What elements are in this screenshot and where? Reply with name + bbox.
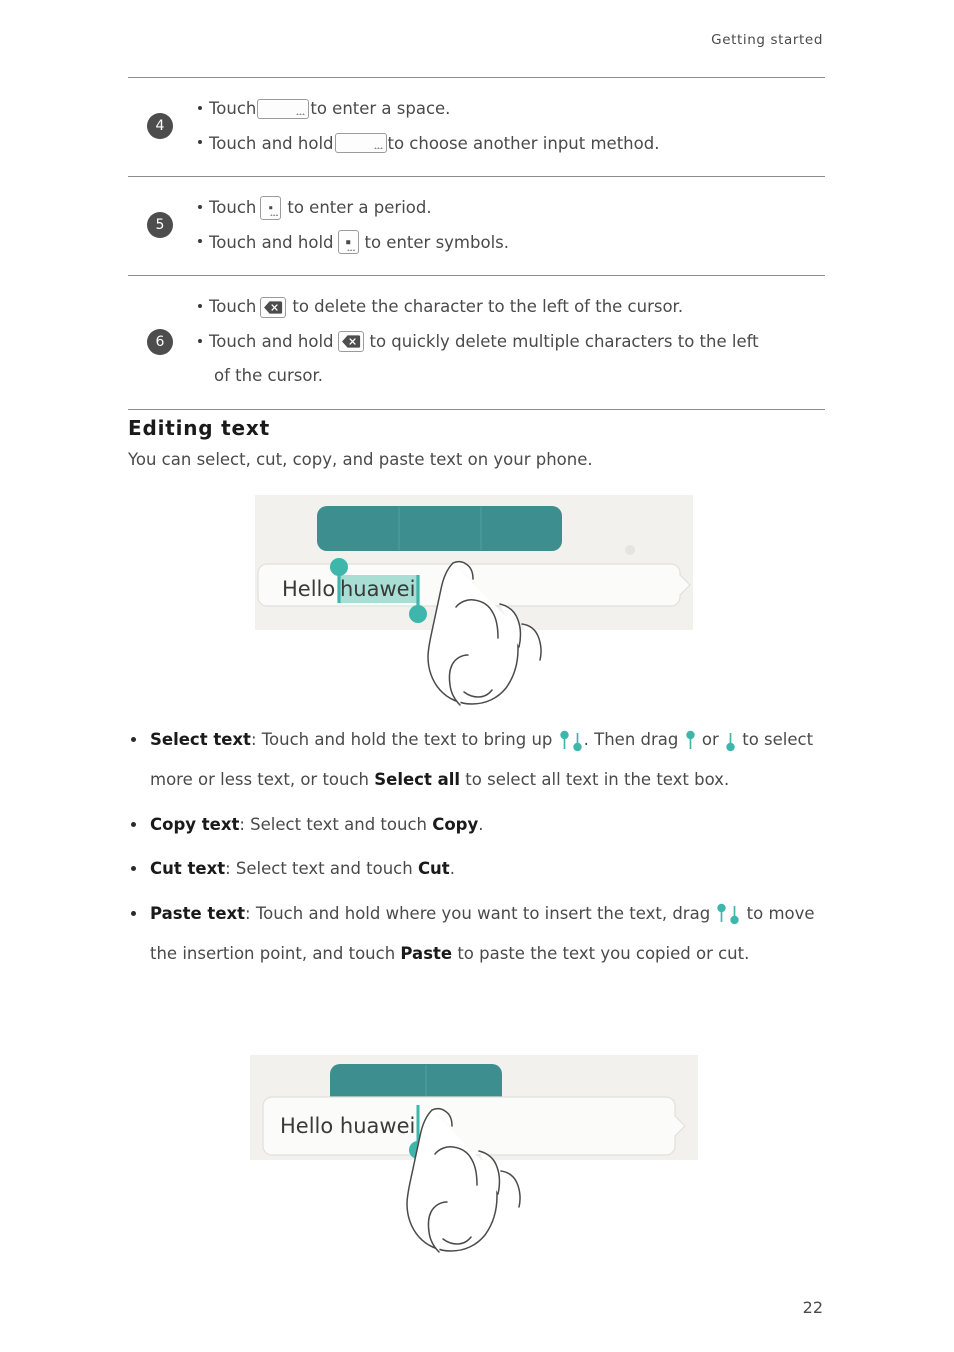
backspace-key-icon: [260, 296, 287, 318]
table-row: 6 Touch to delete the character to the l…: [128, 276, 825, 409]
step-line: Touch to enter a space.: [198, 96, 825, 122]
list-item: Cut text: Select text and touch Cut.: [128, 849, 828, 889]
section-intro-text: You can select, cut, copy, and paste tex…: [128, 450, 593, 469]
bullet-dot: [198, 239, 202, 244]
period-key-icon: [337, 230, 359, 255]
bullet-dot: [198, 304, 202, 309]
bullet-dot: [131, 910, 136, 916]
step-line-continued: of the cursor.: [198, 363, 825, 389]
table-row: 4 Touch to enter a space. Touch and hold…: [128, 78, 825, 176]
step-line: Touch to delete the character to the lef…: [198, 294, 825, 320]
step-text-wrap: of the cursor.: [214, 366, 323, 386]
bullet-term: Select text: [150, 730, 251, 749]
steps-table: 4 Touch to enter a space. Touch and hold…: [128, 77, 825, 410]
message-text: Hello huawei: [280, 1114, 415, 1138]
bullet-text: : Touch and hold the text to bring up: [250, 730, 558, 749]
step-text-before: Touch: [209, 99, 257, 118]
bullet-text: : Select text and touch: [225, 859, 418, 879]
page-title: Editing text: [128, 416, 270, 440]
bullet-text: .: [478, 814, 484, 834]
bullet-text: .: [449, 859, 455, 879]
bullet-dot: [198, 204, 202, 209]
select-text-illustration: Hello huawei: [255, 495, 705, 715]
bullet-dot: [198, 105, 202, 110]
bullet-action-label: Cut: [417, 859, 450, 879]
bullet-text: or: [696, 730, 724, 749]
step-line: Touch to enter a period.: [198, 195, 825, 221]
selection-handle-down-icon: [729, 903, 740, 925]
step-text-after: to enter a period.: [287, 198, 432, 218]
step-body-5: Touch to enter a period. Touch and hold …: [192, 186, 825, 264]
step-text-before: Touch: [209, 198, 257, 218]
bullet-dot: [131, 821, 136, 827]
bullet-dot: [131, 737, 136, 742]
space-key-icon: [257, 98, 310, 119]
step-badge-5: 5: [147, 212, 173, 239]
step-number-cell: 5: [128, 212, 192, 239]
bullet-text: . Then drag: [583, 730, 684, 749]
page-number: 22: [802, 1298, 823, 1317]
step-text-before: Touch: [209, 297, 257, 317]
panel-dot-decoration: [625, 545, 635, 555]
step-text-after: to choose another input method.: [387, 133, 660, 153]
paste-text-illustration: Hello huawei: [250, 1055, 710, 1275]
text-action-toolbar: [317, 506, 562, 551]
list-item: Copy text: Select text and touch Copy.: [128, 805, 828, 845]
message-text-selected: huawei: [340, 577, 415, 601]
selection-handle-down-icon: [572, 730, 583, 752]
table-rule-bottom: [128, 408, 825, 410]
selection-handle-down-icon: [725, 730, 736, 752]
space-key-icon: [334, 133, 387, 154]
bullet-action-label: Paste: [400, 944, 453, 964]
bullet-action-label: Select all: [374, 770, 461, 790]
bullet-text: : Select text and touch: [239, 814, 433, 834]
step-text-after: to delete the character to the left of t…: [292, 297, 684, 317]
bullet-term: Copy text: [150, 814, 240, 834]
period-key-icon: [260, 195, 282, 220]
bullet-dot: [198, 338, 202, 343]
bullet-dot: [198, 140, 202, 145]
step-line: Touch and hold to enter symbols.: [198, 230, 825, 256]
editing-text-bullet-list: Select text: Touch and hold the text to …: [128, 720, 828, 979]
list-item: Select text: Touch and hold the text to …: [128, 720, 828, 801]
bullet-text: : Touch and hold where you want to inser…: [245, 903, 716, 923]
step-text-after: to enter symbols.: [364, 232, 510, 252]
bullet-term: Paste text: [150, 903, 246, 923]
step-line: Touch and hold to quickly delete multipl…: [198, 329, 825, 355]
selection-handle-up-icon: [716, 903, 727, 925]
backspace-key-icon: [337, 331, 364, 353]
step-text-before: Touch and hold: [209, 331, 334, 351]
step-badge-6: 6: [147, 328, 173, 355]
table-row: 5 Touch to enter a period. Touch and hol…: [128, 177, 825, 275]
message-text-unselected: Hello: [282, 577, 335, 601]
bullet-action-label: Copy: [432, 814, 479, 834]
bullet-text: to select all text in the text box.: [460, 770, 730, 790]
step-body-6: Touch to delete the character to the lef…: [192, 285, 825, 398]
step-number-cell: 4: [128, 113, 192, 140]
step-text-after: to quickly delete multiple characters to…: [369, 331, 759, 351]
selection-handle-up-icon: [559, 730, 570, 752]
bullet-dot: [131, 866, 136, 872]
bullet-text: to paste the text you copied or cut.: [452, 944, 750, 964]
step-text-after: to enter a space.: [310, 99, 451, 118]
step-body-4: Touch to enter a space. Touch and hold t…: [192, 87, 825, 165]
step-badge-4: 4: [147, 113, 173, 140]
running-head: Getting started: [711, 32, 823, 48]
step-line: Touch and hold to choose another input m…: [198, 131, 825, 157]
list-item: Paste text: Touch and hold where you wan…: [128, 894, 828, 975]
selection-handle-up-icon: [685, 730, 696, 752]
bullet-term: Cut text: [150, 859, 226, 879]
step-text-before: Touch and hold: [209, 232, 334, 252]
step-number-cell: 6: [128, 328, 192, 355]
step-text-before: Touch and hold: [209, 133, 334, 153]
